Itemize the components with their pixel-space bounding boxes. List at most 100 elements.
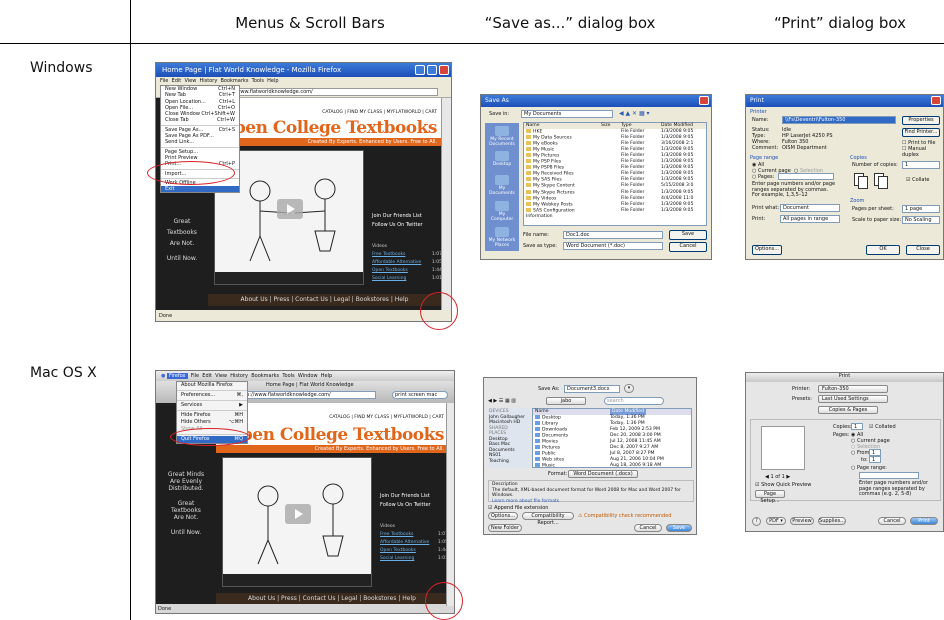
site-nav-links[interactable]: CATALOG | FIND MY CLASS | MYFLATWORLD | … (322, 110, 437, 116)
menu-item-services[interactable]: Services ▶ (177, 402, 247, 409)
menu-item-exit[interactable]: Exit (161, 186, 239, 193)
pane-dropdown[interactable]: Copies & Pages (818, 406, 878, 414)
twitter-link[interactable]: Follow Us On Twitter (372, 222, 442, 228)
video-link[interactable]: Free Textbooks (380, 531, 413, 539)
file-name-input[interactable]: Doc1.doc (563, 231, 663, 239)
num-copies-input[interactable]: 1 (902, 161, 940, 169)
menu-help[interactable]: Help (267, 78, 278, 84)
save-button[interactable]: Save (666, 524, 692, 532)
video-player[interactable] (222, 457, 372, 587)
file-list[interactable]: Name Size Type Date Modified HKE File Folder… (523, 122, 707, 226)
save-in-dropdown[interactable]: My Documents (521, 110, 613, 118)
pages-per-sheet-dropdown[interactable]: 1 page (902, 205, 940, 213)
play-icon[interactable] (277, 199, 303, 219)
vertical-scrollbar[interactable] (446, 403, 454, 606)
supplies-button[interactable]: Supplies... (818, 517, 846, 525)
menu-help[interactable]: Help (321, 373, 332, 379)
sidebar-item[interactable]: Bass Mac Documents (489, 442, 529, 453)
page-navigator[interactable]: ◀ 1 of 1 ▶ (765, 474, 790, 480)
collate-checkbox[interactable]: ☑ Collate (906, 177, 930, 183)
show-preview-checkbox[interactable]: ☑ Show Quick Preview (755, 482, 811, 488)
menu-edit[interactable]: Edit (202, 373, 212, 379)
radio-pages[interactable]: ○ Pages: (752, 174, 774, 180)
menu-view[interactable]: View (215, 373, 227, 379)
menu-history[interactable]: History (230, 373, 248, 379)
menu-item-preferences[interactable]: Preferences... ⌘, (177, 392, 247, 399)
file-list-row[interactable]: Music Aug 18, 2006 9:18 AM (533, 463, 691, 469)
menu-item-about[interactable]: About Mozilla Firefox (177, 382, 247, 389)
toolbar-icons[interactable]: ◀ ▲ ✕ ▦ ▾ (619, 110, 650, 117)
maximize-button[interactable] (427, 65, 437, 75)
search-field[interactable]: print screen mac (392, 391, 448, 399)
join-friends-link[interactable]: Join Our Friends List (372, 213, 442, 219)
video-link[interactable]: Social Learning (380, 555, 414, 563)
place-my-computer[interactable]: My Computer (487, 201, 517, 222)
video-controls[interactable] (223, 574, 371, 586)
place-my-documents[interactable]: My Documents (487, 175, 517, 196)
find-printer-button[interactable]: Find Printer... (902, 128, 940, 137)
join-friends-link[interactable]: Join Our Friends List (380, 493, 450, 499)
print-range-dropdown[interactable]: All pages in range (780, 215, 840, 223)
collated-checkbox[interactable]: ☑ Collated (869, 424, 896, 430)
pdf-button[interactable]: PDF ▾ (766, 517, 786, 525)
url-bar[interactable]: http://www.flatworldknowledge.com/ (218, 88, 438, 96)
ok-button[interactable]: OK (866, 245, 900, 255)
printer-name-dropdown[interactable]: \\Fs\Deventri\Fulton-350 (782, 116, 896, 124)
menu-item-hide-others[interactable]: Hide Others ⌥⌘H (177, 419, 247, 426)
file-list-row[interactable]: SAS Configuration Information File Folder… (524, 207, 706, 220)
from-input[interactable]: 1 (869, 449, 881, 456)
save-button[interactable]: Save (669, 230, 707, 240)
site-footer[interactable]: About Us | Press | Contact Us | Legal | … (208, 294, 441, 306)
place-recent[interactable]: My Recent Documents (487, 126, 517, 147)
print-what-dropdown[interactable]: Document (780, 204, 840, 212)
menu-edit[interactable]: Edit (172, 78, 182, 84)
menu-file[interactable]: File (160, 78, 168, 84)
printer-dropdown[interactable]: Fulton-350 (818, 385, 888, 393)
menu-item-hide-firefox[interactable]: Hide Firefox ⌘H (177, 412, 247, 419)
vertical-scrollbar[interactable] (441, 98, 451, 312)
sidebar-item[interactable]: Teaching (489, 459, 529, 465)
site-nav-links[interactable]: CATALOG | FIND MY CLASS | MYFLATWORLD | … (329, 415, 444, 420)
cancel-button[interactable]: Cancel (669, 242, 707, 252)
copies-input[interactable]: 1 (851, 423, 863, 430)
options-button[interactable]: Options... (752, 245, 782, 255)
preview-button[interactable]: Preview (790, 517, 814, 525)
format-dropdown[interactable]: Word Document (.docx) (568, 470, 638, 478)
cancel-button[interactable]: Cancel (878, 517, 906, 525)
menu-file[interactable]: File (191, 373, 199, 379)
cancel-button[interactable]: Cancel (634, 524, 662, 532)
new-folder-button[interactable]: New Folder (488, 524, 522, 532)
menu-view[interactable]: View (184, 78, 196, 84)
expand-toggle[interactable]: ▾ (624, 384, 634, 393)
minimize-button[interactable] (415, 65, 425, 75)
options-button[interactable]: Options... (488, 512, 518, 520)
save-type-dropdown[interactable]: Word Document (*.doc) (563, 242, 663, 250)
location-dropdown[interactable]: jabo (546, 397, 586, 405)
menu-item-close-tab[interactable]: Close Tab Ctrl+W (161, 117, 239, 123)
append-extension-checkbox[interactable]: ☑ Append file extension (488, 505, 548, 511)
radio-page-range[interactable]: ○ Page range: (851, 465, 887, 471)
video-link[interactable]: Social Learning (372, 275, 406, 283)
menu-bookmarks[interactable]: Bookmarks (220, 78, 248, 84)
menu-bookmarks[interactable]: Bookmarks (251, 373, 279, 379)
twitter-link[interactable]: Follow Us On Twitter (380, 502, 450, 508)
save-as-input[interactable]: Document3.docx (564, 385, 620, 393)
close-button[interactable] (931, 96, 941, 105)
nav-buttons[interactable]: ◀ ▶ ☰ ▦ ▥ (488, 398, 516, 404)
file-list[interactable]: Name Date Modified Desktop Today, 1:36 PM L… (532, 408, 692, 469)
search-field[interactable]: search (604, 397, 664, 405)
video-link[interactable]: Open Textbooks (380, 547, 416, 555)
scale-dropdown[interactable]: No Scaling (902, 216, 940, 224)
video-controls[interactable] (215, 272, 363, 284)
place-desktop[interactable]: Desktop (487, 151, 517, 167)
apple-icon[interactable]: ● (161, 373, 165, 379)
print-button[interactable]: Print (910, 517, 938, 525)
place-network[interactable]: My Network Places (487, 227, 517, 248)
page-range-input[interactable] (859, 472, 919, 479)
video-link[interactable]: Free Textbooks (372, 251, 405, 259)
compatibility-report-button[interactable]: Compatibility Report... (522, 512, 574, 526)
page-setup-button[interactable]: Page Setup... (755, 490, 785, 504)
close-button[interactable] (699, 96, 709, 105)
url-bar[interactable]: http://www.flatworldknowledge.com/ (236, 391, 376, 399)
pages-input[interactable] (778, 173, 834, 180)
